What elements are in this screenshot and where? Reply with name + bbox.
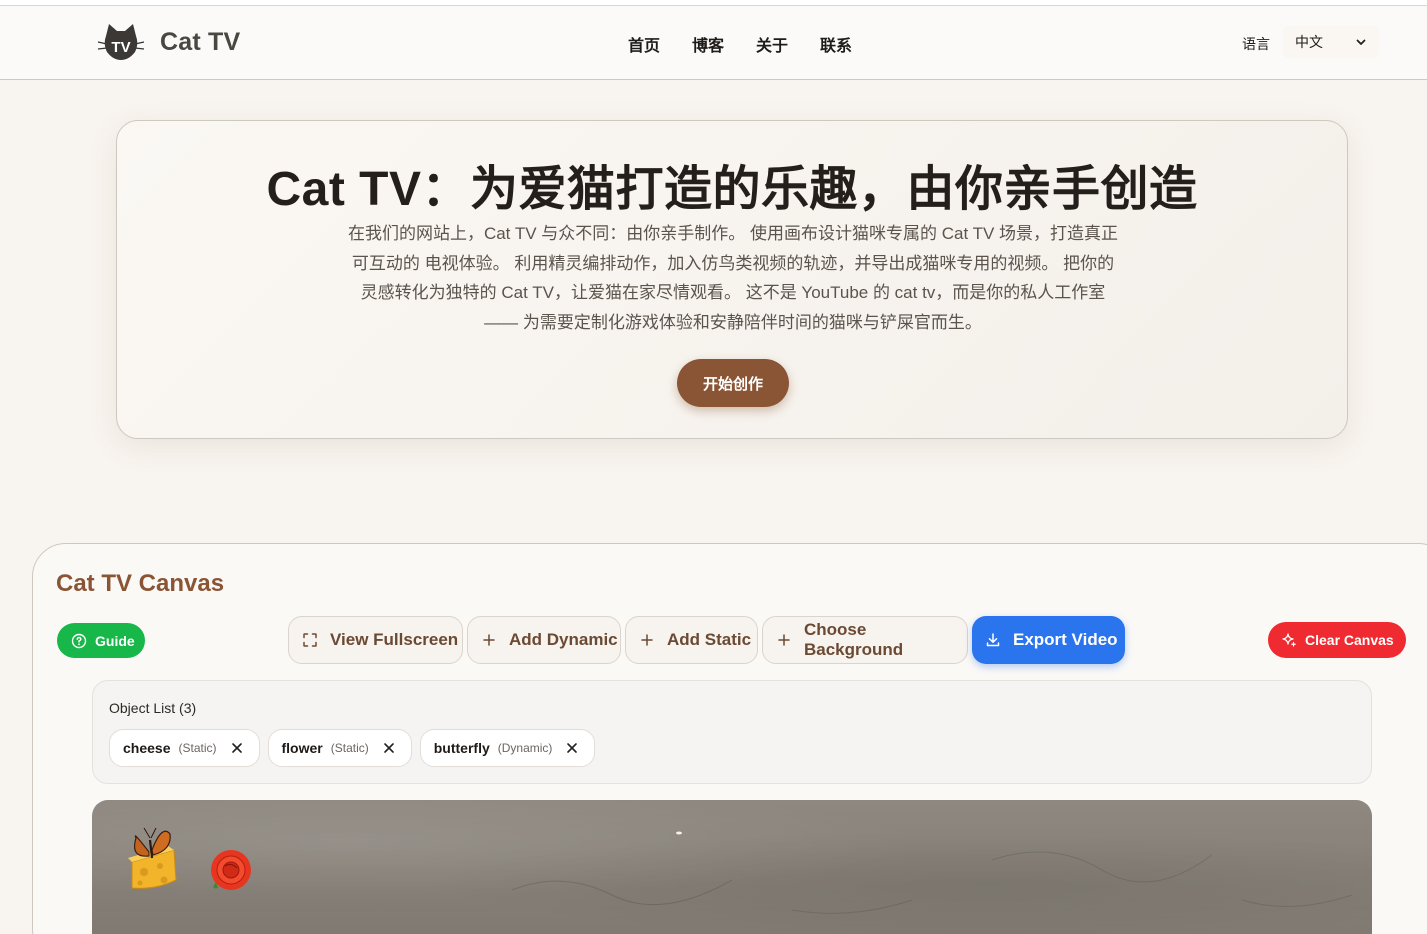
language-label: 语言: [1242, 36, 1270, 52]
canvas-title: Cat TV Canvas: [56, 570, 225, 597]
object-type: (Dynamic): [497, 741, 553, 755]
add-static-label: Add Static: [667, 630, 752, 649]
plus-icon: [778, 634, 790, 646]
nav-contact[interactable]: 联系: [820, 32, 852, 56]
nav-about[interactable]: 关于: [756, 32, 788, 56]
object-name: cheese: [123, 740, 171, 756]
nav-blog[interactable]: 博客: [692, 32, 724, 56]
object-type: (Static): [330, 741, 369, 755]
export-video-label: Export Video: [1013, 630, 1118, 649]
site-header: TV Cat TV 首页 博客 关于 联系 语言 中文: [0, 6, 1427, 80]
export-video-button[interactable]: Export Video: [972, 616, 1125, 664]
close-icon[interactable]: [231, 742, 243, 754]
close-icon[interactable]: [566, 742, 578, 754]
object-chip-flower[interactable]: flower (Static): [267, 729, 412, 767]
canvas-stage[interactable]: [92, 800, 1372, 934]
object-chip-cheese[interactable]: cheese (Static): [109, 729, 260, 767]
fullscreen-icon: [303, 633, 317, 647]
object-name: flower: [281, 740, 323, 756]
language-value: 中文: [1295, 34, 1323, 50]
object-chips: cheese (Static) flower (Static) butterfl…: [109, 729, 596, 767]
download-icon: [986, 633, 1000, 647]
add-static-button[interactable]: Add Static: [625, 616, 758, 664]
hero-title: Cat TV：为爱猫打造的乐趣，由你亲手创造: [266, 163, 1198, 216]
svg-text:TV: TV: [111, 39, 130, 56]
help-circle-icon: [71, 633, 87, 648]
object-list-title: Object List (3): [109, 700, 197, 716]
choose-background-label: Choose Background: [804, 620, 904, 659]
sparkle-icon: [1282, 633, 1296, 647]
plus-icon: [641, 634, 653, 646]
chevron-down-icon: [1356, 39, 1366, 45]
brand-logo[interactable]: TV Cat TV: [96, 22, 240, 62]
add-dynamic-label: Add Dynamic: [509, 630, 618, 649]
view-fullscreen-button[interactable]: View Fullscreen: [288, 616, 463, 664]
language-select[interactable]: 中文: [1283, 26, 1379, 58]
cat-logo-icon: TV: [97, 24, 145, 60]
plus-icon: [483, 634, 495, 646]
object-type: (Static): [178, 741, 217, 755]
hero-section: Cat TV：为爱猫打造的乐趣，由你亲手创造 在我们的网站上，Cat TV 与众…: [116, 120, 1348, 439]
guide-label: Guide: [95, 632, 135, 649]
view-fullscreen-label: View Fullscreen: [330, 630, 459, 649]
nav-home[interactable]: 首页: [628, 32, 660, 56]
guide-button[interactable]: Guide: [57, 623, 145, 658]
choose-background-button[interactable]: Choose Background: [762, 616, 968, 664]
clear-canvas-label: Clear Canvas: [1305, 632, 1394, 648]
object-list-panel: Object List (3) cheese (Static) flower (…: [92, 680, 1372, 784]
stage-scene: [128, 827, 1353, 914]
brand-name: Cat TV: [160, 27, 241, 56]
object-name: butterfly: [433, 740, 490, 756]
clear-canvas-button[interactable]: Clear Canvas: [1268, 622, 1406, 658]
main-nav: 首页 博客 关于 联系: [628, 32, 852, 56]
hero-description: 在我们的网站上，Cat TV 与众不同：由你亲手制作。 使用画布设计猫咪专属的 …: [347, 224, 1119, 332]
close-icon[interactable]: [383, 742, 395, 754]
flower-sprite[interactable]: [211, 850, 251, 890]
start-creating-button[interactable]: 开始创作: [677, 359, 789, 407]
object-chip-butterfly[interactable]: butterfly (Dynamic): [419, 729, 596, 767]
add-dynamic-button[interactable]: Add Dynamic: [467, 616, 621, 664]
